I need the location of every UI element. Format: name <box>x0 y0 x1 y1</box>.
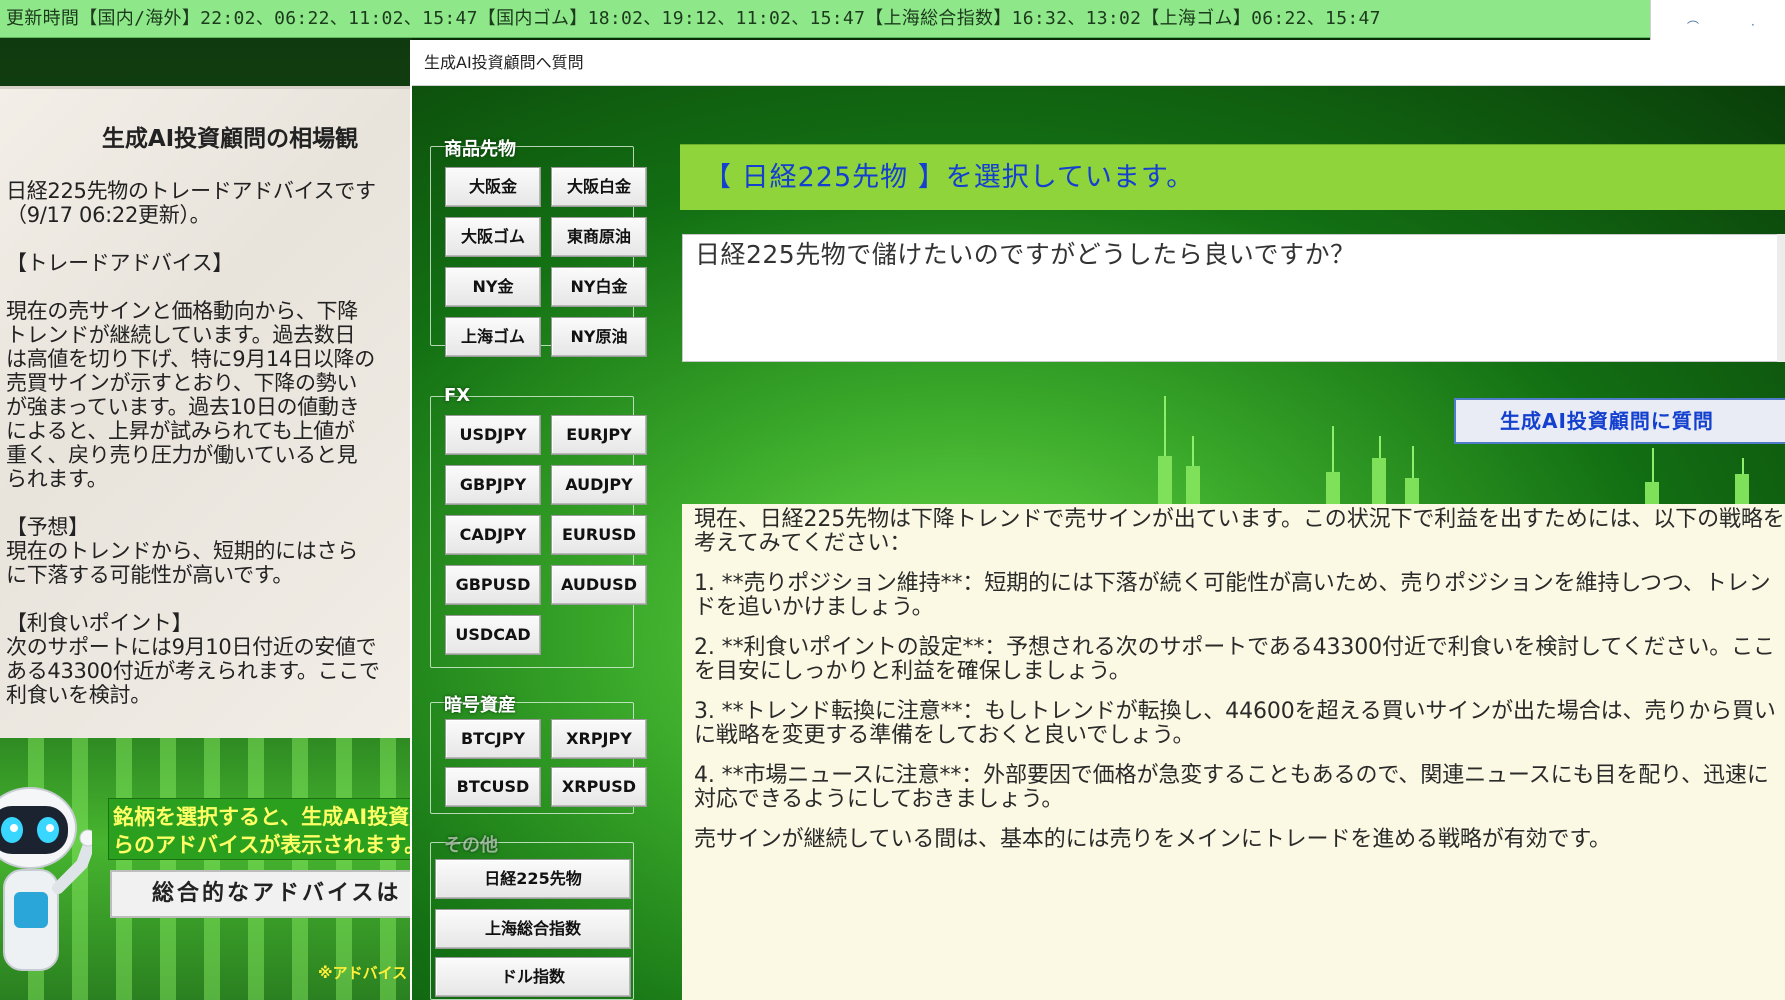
market-opinion-text: 日経225先物のトレードアドバイスです （9/17 06:22更新）。 【トレー… <box>6 179 380 707</box>
button-eurjpy[interactable]: EURJPY <box>551 415 647 455</box>
button-ny-gold[interactable]: NY金 <box>445 267 541 307</box>
candle-body <box>1186 466 1200 504</box>
button-shanghai-composite[interactable]: 上海総合指数 <box>435 909 631 949</box>
group-commodities-label: 商品先物 <box>444 139 516 160</box>
button-audusd[interactable]: AUDUSD <box>551 565 647 605</box>
dialog-body: 商品先物 大阪金 大阪白金 大阪ゴム 東商原油 NY金 NY白金 上海ゴム NY… <box>412 86 1785 1000</box>
button-gbpusd[interactable]: GBPUSD <box>445 565 541 605</box>
button-dollar-index[interactable]: ドル指数 <box>435 957 631 997</box>
ask-advisor-button[interactable]: 生成AI投資顧問に質問 <box>1454 398 1785 444</box>
group-crypto-label: 暗号資産 <box>444 695 516 716</box>
candle-body <box>1735 474 1749 504</box>
button-shanghai-rubber[interactable]: 上海ゴム <box>445 317 541 357</box>
button-osaka-gold[interactable]: 大阪金 <box>445 167 541 207</box>
question-input[interactable]: 日経225先物で儲けたいのですがどうしたら良いですか？ <box>682 234 1785 362</box>
candle-body <box>1372 458 1386 504</box>
window-dot-icon: · <box>1751 18 1755 32</box>
group-other: その他 日経225先物 上海総合指数 ドル指数 <box>430 835 634 1000</box>
button-usdjpy[interactable]: USDJPY <box>445 415 541 455</box>
button-xrpusd[interactable]: XRPUSD <box>551 767 647 807</box>
market-opinion-title: 生成AI投資顧問の相場観 <box>101 126 359 152</box>
selected-symbol-header: 【 日経225先物 】を選択しています。 <box>680 144 1785 210</box>
button-ny-crude[interactable]: NY原油 <box>551 317 647 357</box>
candle-body <box>1645 482 1659 504</box>
selection-notice: 銘柄を選択すると、生成AI投資顧問か らのアドバイスが表示されます。 <box>108 798 412 860</box>
button-btcjpy[interactable]: BTCJPY <box>445 719 541 759</box>
button-usdcad[interactable]: USDCAD <box>445 615 541 655</box>
answer-paragraph: 売サインが継続している間は、基本的には売りをメインにトレードを進める戦略が有効で… <box>694 827 1611 852</box>
answer-output: 現在、日経225先物は下降トレンドで売サインが出ています。この状況下で利益を出す… <box>682 504 1785 1000</box>
button-audjpy[interactable]: AUDJPY <box>551 465 647 505</box>
update-time-ticker: 更新時間【国内/海外】22:02、06:22、11:02、15:47【国内ゴム】… <box>0 0 1650 38</box>
window-control-icon: ⌒ <box>1687 20 1700 34</box>
answer-paragraph: 4. **市場ニュースに注意**：外部要因で価格が急変することもあるので、関連ニ… <box>694 763 1769 812</box>
group-crypto: 暗号資産 BTCJPY XRPJPY BTCUSD XRPUSD <box>430 695 647 814</box>
background-window-corner: ⌒ · <box>1650 0 1785 42</box>
candle-body <box>1405 478 1419 504</box>
answer-paragraph: 3. **トレンド転換に注意**：もしトレンドが転換し、44600を超える買いサ… <box>694 699 1776 748</box>
group-fx: FX USDJPY EURJPY GBPJPY AUDJPY CADJPY EU… <box>430 385 647 668</box>
dialog-title: 生成AI投資顧問へ質問 <box>412 40 1785 86</box>
button-osaka-platinum[interactable]: 大阪白金 <box>551 167 647 207</box>
answer-paragraph: 1. **売りポジション維持**：短期的には下落が続く可能性が高いため、売りポジ… <box>694 571 1771 620</box>
button-cadjpy[interactable]: CADJPY <box>445 515 541 555</box>
button-ny-platinum[interactable]: NY白金 <box>551 267 647 307</box>
group-other-label: その他 <box>444 835 498 856</box>
button-osaka-rubber[interactable]: 大阪ゴム <box>445 217 541 257</box>
button-eurusd[interactable]: EURUSD <box>551 515 647 555</box>
overall-advice-button[interactable]: 総合的なアドバイスは <box>110 870 412 918</box>
advice-footnote: ※アドバイス <box>318 964 408 982</box>
button-tocom-crude[interactable]: 東商原油 <box>551 217 647 257</box>
robot-mascot-icon <box>0 787 92 971</box>
button-btcusd[interactable]: BTCUSD <box>445 767 541 807</box>
answer-paragraph: 2. **利食いポイントの設定**：予想される次のサポートである43300付近で… <box>694 635 1775 684</box>
ask-ai-advisor-dialog: 生成AI投資顧問へ質問 商品先物 大阪金 大阪白金 大阪ゴム 東商原油 NY金 … <box>410 40 1785 1000</box>
answer-paragraph: 現在、日経225先物は下降トレンドで売サインが出ています。この状況下で利益を出す… <box>694 507 1785 556</box>
button-xrpjpy[interactable]: XRPJPY <box>551 719 647 759</box>
question-scrollbar[interactable] <box>1777 234 1785 362</box>
button-nikkei225-futures[interactable]: 日経225先物 <box>435 859 631 899</box>
group-fx-label: FX <box>444 385 471 406</box>
candle-body <box>1158 456 1172 504</box>
group-commodities: 商品先物 大阪金 大阪白金 大阪ゴム 東商原油 NY金 NY白金 上海ゴム NY… <box>430 139 647 357</box>
button-gbpjpy[interactable]: GBPJPY <box>445 465 541 505</box>
candle-body <box>1326 472 1340 504</box>
market-opinion-panel: 生成AI投資顧問の相場観 日経225先物のトレードアドバイスです （9/17 0… <box>0 86 412 738</box>
